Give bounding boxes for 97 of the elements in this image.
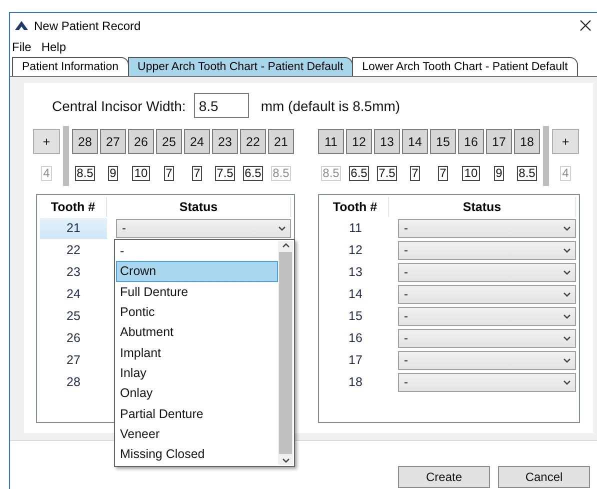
tab[interactable]: Upper Arch Tooth Chart - Patient Default [128,57,354,76]
chevron-up-icon [282,243,290,248]
tooth-button[interactable]: 22 [240,129,266,154]
tooth-width: 7.5 [214,166,236,181]
dialog-button[interactable]: Cancel [498,466,590,488]
status-dropdown[interactable]: - [398,306,576,326]
tooth-width: 8.5 [320,166,342,181]
tooth-number[interactable]: 23 [40,262,107,282]
tooth-width: 7.5 [376,166,398,181]
scroll-handle[interactable] [63,126,69,186]
status-dropdown[interactable]: - [398,218,576,238]
status-dropdown[interactable]: - [398,372,576,392]
status-dropdown[interactable]: - [398,284,576,304]
dropdown-option[interactable]: Abutment [116,322,278,342]
chevron-down-icon [563,380,571,384]
tooth-button[interactable]: 12 [346,129,372,154]
window-title: New Patient Record [34,18,142,32]
status-dropdown[interactable]: - [398,350,576,370]
tooth-number[interactable]: 24 [40,284,107,304]
tooth-width: 10 [462,166,480,181]
tooth-button[interactable]: 17 [486,129,512,154]
tooth-button[interactable]: 27 [100,129,126,154]
app-logo-icon [15,21,28,30]
chevron-down-icon [563,314,571,318]
tooth-count: 4 [560,166,571,181]
scroll-handle[interactable] [543,126,549,186]
dropdown-option[interactable]: Implant [116,342,278,363]
status-dropdown[interactable]: - [116,218,291,238]
menu-item[interactable]: File [12,40,32,54]
tooth-button[interactable]: 14 [402,129,428,154]
close-icon[interactable] [580,20,591,31]
tooth-width: 7 [164,166,174,181]
dropdown-option[interactable]: Missing Closed [116,444,278,464]
chevron-down-icon [563,336,571,340]
tooth-width: 8.5 [74,166,96,181]
tooth-button[interactable]: 24 [184,129,210,154]
tooth-width: 8.5 [270,166,292,181]
tooth-number[interactable]: 11 [322,218,389,238]
tooth-number[interactable]: 15 [322,306,389,326]
tooth-button[interactable]: 25 [156,129,182,154]
menu-item[interactable]: Help [41,40,66,54]
dropdown-option[interactable]: - [116,241,278,262]
tooth-number[interactable]: 28 [40,372,107,392]
tooth-number[interactable]: 22 [40,240,107,260]
tab[interactable]: Lower Arch Tooth Chart - Patient Default [352,57,578,76]
chevron-down-icon [563,226,571,230]
chevron-down-icon [563,292,571,296]
dialog-button[interactable]: Create [398,466,490,488]
field-label: Central Incisor Width: [52,98,186,114]
tooth-width: 9 [494,166,504,181]
dropdown-option[interactable]: Onlay [116,383,278,404]
tooth-width: 9 [108,166,118,181]
tooth-count: 4 [41,166,52,181]
chevron-down-icon [563,248,571,252]
dropdown-option[interactable]: Crown [116,261,278,282]
tooth-button[interactable]: 23 [212,129,238,154]
tooth-width: 8.5 [516,166,538,181]
scrollbar[interactable] [278,241,293,465]
chevron-down-icon [278,226,286,230]
status-dropdown[interactable]: - [398,328,576,348]
tooth-width: 7 [192,166,202,181]
tab[interactable]: Patient Information [12,57,129,76]
tooth-button[interactable]: 18 [514,129,540,154]
tooth-number[interactable]: 25 [40,306,107,326]
tooth-number[interactable]: 12 [322,240,389,260]
add-button[interactable]: + [552,129,579,154]
tooth-number[interactable]: 26 [40,328,107,348]
dropdown-option[interactable]: Inlay [116,362,278,384]
tooth-button[interactable]: 13 [374,129,400,154]
tooth-width: 7 [438,166,448,181]
unit-note: mm (default is 8.5mm) [260,98,400,114]
tooth-width: 7 [410,166,420,181]
dropdown-option[interactable]: Veneer [116,424,278,444]
dropdown-option[interactable]: Pontic [116,302,278,322]
tooth-number[interactable]: 27 [40,350,107,370]
tooth-width: 10 [132,166,150,181]
chevron-down-icon [563,358,571,362]
chevron-down-icon [563,270,571,274]
tooth-button[interactable]: 15 [430,129,456,154]
status-dropdown[interactable]: - [398,240,576,260]
chevron-down-icon [282,458,290,463]
tooth-button[interactable]: 28 [72,129,98,154]
tooth-number[interactable]: 18 [322,372,389,392]
tooth-number[interactable]: 16 [322,328,389,348]
dropdown-option[interactable]: Partial Denture [116,403,278,424]
tooth-width: 6.5 [242,166,264,181]
tooth-number[interactable]: 14 [322,284,389,304]
tooth-width: 6.5 [348,166,370,181]
tooth-button[interactable]: 26 [128,129,154,154]
tooth-number[interactable]: 13 [322,262,389,282]
status-dropdown[interactable]: - [398,262,576,282]
add-button[interactable]: + [33,129,60,154]
tooth-number[interactable]: 17 [322,350,389,370]
tooth-button[interactable]: 16 [458,129,484,154]
dropdown-option[interactable]: Full Denture [116,282,278,302]
input-field[interactable]: 8.5 [194,93,249,118]
tooth-number[interactable]: 21 [40,218,107,238]
